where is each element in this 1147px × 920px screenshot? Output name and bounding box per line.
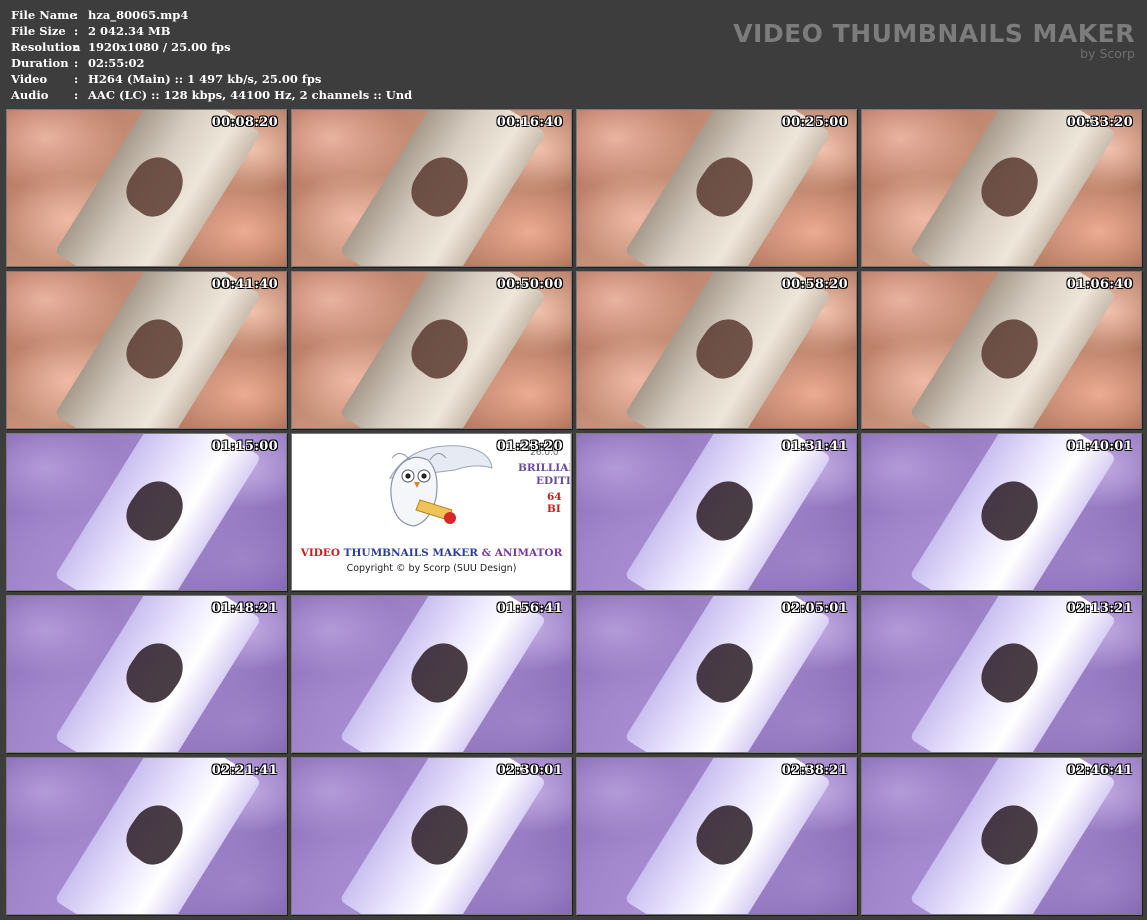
info-value: H264 (Main) :: 1 497 kb/s, 25.00 fps [88, 72, 322, 86]
thumbnail[interactable]: 00:41:40 [6, 271, 287, 429]
thumbnail[interactable]: 02:13:21 [861, 595, 1142, 753]
splash-divider [570, 434, 571, 590]
info-separator: : [74, 40, 79, 54]
info-row: File Name: hza_80065.mp4 [11, 7, 412, 23]
thumbnail-timecode: 02:30:01 [496, 763, 563, 778]
thumbnail-frame-image [292, 110, 571, 266]
thumbnail[interactable]: 02:30:01 [291, 757, 572, 915]
splash-product-name: VIDEO THUMBNAILS MAKER & ANIMATOR [300, 547, 563, 559]
info-row: Audio: AAC (LC) :: 128 kbps, 44100 Hz, 2 … [11, 87, 412, 103]
thumbnail[interactable]: 01:48:21 [6, 595, 287, 753]
thumbnail-frame-image [577, 110, 856, 266]
splash-edition-line3: 64 BI [547, 491, 562, 515]
thumbnail-timecode: 00:16:40 [496, 115, 563, 130]
thumbnail-timecode: 02:21:41 [211, 763, 278, 778]
thumbnail-frame-image [292, 758, 571, 914]
splash-copyright: Copyright © by Scorp (SUU Design) [346, 563, 517, 574]
thumbnail-frame-image [577, 272, 856, 428]
splash-edition-line1: BRILLIANC [518, 462, 571, 474]
thumbnail-timecode: 02:05:01 [781, 601, 848, 616]
brand-subtitle: by Scorp [1080, 46, 1135, 61]
info-label: File Size [11, 24, 66, 38]
thumbnail[interactable]: 00:08:20 [6, 109, 287, 267]
thumbnail-frame-image [7, 434, 286, 590]
thumbnail[interactable]: 01:31:41 [576, 433, 857, 591]
thumbnail[interactable]: 01:40:01 [861, 433, 1142, 591]
thumbnail[interactable]: 02:21:41 [6, 757, 287, 915]
thumbnail-frame-image [577, 758, 856, 914]
info-separator: : [74, 56, 79, 70]
thumbnail[interactable]: 02:05:01 [576, 595, 857, 753]
thumbnail-frame-image [7, 596, 286, 752]
info-row: Resolution:1920x1080 / 25.00 fps [11, 39, 412, 55]
thumbnail[interactable]: 01:15:00 [6, 433, 287, 591]
thumbnail-frame-image [7, 758, 286, 914]
thumbnail-frame-image [862, 596, 1141, 752]
thumbnail[interactable]: 01:06:40 [861, 271, 1142, 429]
thumbnail-timecode: 00:25:00 [781, 115, 848, 130]
thumbnail-frame-image [7, 110, 286, 266]
thumbnail-timecode: 01:31:41 [781, 439, 848, 454]
thumbnail[interactable]: 00:33:20 [861, 109, 1142, 267]
thumbnail-frame-image [862, 434, 1141, 590]
file-info-panel: File Name: hza_80065.mp4 File Size:2 042.3… [11, 7, 412, 103]
info-label: Video [11, 72, 48, 86]
brand-title: VIDEO THUMBNAILS MAKER [733, 19, 1135, 48]
splash-edition-line2: EDITIC [536, 475, 571, 487]
info-value: hza_80065.mp4 [88, 8, 189, 22]
info-separator: : [74, 72, 79, 86]
info-label: Resolution [11, 40, 81, 54]
thumbnail-frame-image [862, 758, 1141, 914]
info-separator: : [74, 88, 79, 102]
thumbnail-frame-image [862, 272, 1141, 428]
thumbnail-frame-image [862, 110, 1141, 266]
thumbnail-frame-image [7, 272, 286, 428]
thumbnail-frame-image [577, 596, 856, 752]
thumbnail-timecode: 00:33:20 [1066, 115, 1133, 130]
info-value: 02:55:02 [88, 56, 145, 70]
thumbnail-frame-image [292, 596, 571, 752]
info-separator: : [74, 8, 79, 22]
thumbnail-timecode: 02:38:21 [781, 763, 848, 778]
thumbnail-timecode: 01:56:41 [496, 601, 563, 616]
info-label: Audio [11, 88, 49, 102]
thumbnail-timecode: 00:08:20 [211, 115, 278, 130]
thumbnail-timecode: 01:06:40 [1066, 277, 1133, 292]
info-row: Video: H264 (Main) :: 1 497 kb/s, 25.00 f… [11, 71, 412, 87]
thumbnail-frame-image [577, 434, 856, 590]
info-value: 1920x1080 / 25.00 fps [88, 40, 231, 54]
thumbnail[interactable]: 00:25:00 [576, 109, 857, 267]
info-separator: : [74, 24, 79, 38]
thumbnail-timecode: 01:23:20 [496, 439, 563, 454]
thumbnail[interactable]: 00:50:00 [291, 271, 572, 429]
thumbnail[interactable]: 02:38:21 [576, 757, 857, 915]
thumbnail-timecode: 01:48:21 [211, 601, 278, 616]
info-row: File Size:2 042.34 MB [11, 23, 412, 39]
thumbnail-timecode: 00:41:40 [211, 277, 278, 292]
brand-watermark: VIDEO THUMBNAILS MAKER by Scorp [733, 20, 1135, 61]
thumbnail-frame-image [292, 272, 571, 428]
thumbnail-grid: 00:08:20 00:16:40 00:25:00 00:33:20 00:41:40… [6, 109, 1142, 915]
thumbnail-timecode: 01:40:01 [1066, 439, 1133, 454]
info-value: 2 042.34 MB [88, 24, 171, 38]
thumbnail-timecode: 02:46:41 [1066, 763, 1133, 778]
thumbnail[interactable]: 02:46:41 [861, 757, 1142, 915]
thumbnail-timecode: 02:13:21 [1066, 601, 1133, 616]
info-label: File Name [11, 8, 77, 22]
info-value: AAC (LC) :: 128 kbps, 44100 Hz, 2 channe… [88, 88, 413, 102]
thumbnail[interactable]: 01:56:41 [291, 595, 572, 753]
info-row: Duration:02:55:02 [11, 55, 412, 71]
info-label: Duration [11, 56, 69, 70]
thumbnail[interactable]: 00:16:40 [291, 109, 572, 267]
thumbnail[interactable]: 00:58:20 [576, 271, 857, 429]
thumbnail-timecode: 00:50:00 [496, 277, 563, 292]
thumbnail-timecode: 01:15:00 [211, 439, 278, 454]
thumbnail-timecode: 00:58:20 [781, 277, 848, 292]
thumbnail-splash-card[interactable]: 26.0.0 BRILLIANC EDITIC 64 BI VIDEO THUM… [291, 433, 572, 591]
owl-logo-icon [389, 445, 493, 527]
